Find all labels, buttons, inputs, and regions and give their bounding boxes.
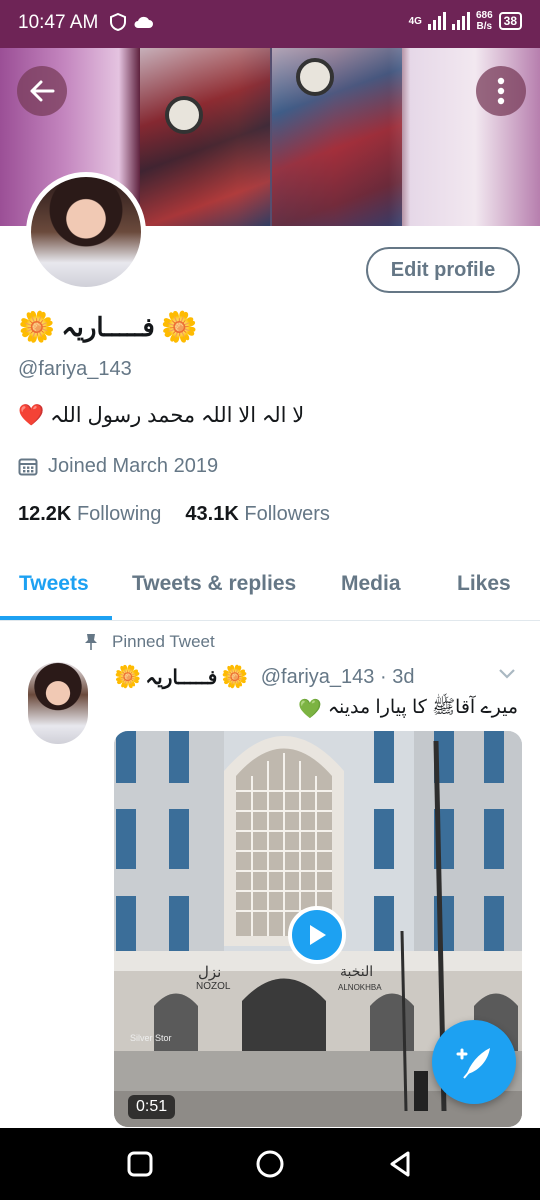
flower-icon: 🌼 bbox=[114, 664, 142, 689]
joined-date: Joined March 2019 bbox=[18, 455, 218, 478]
recents-icon[interactable] bbox=[124, 1148, 156, 1180]
tab-likes[interactable]: Likes bbox=[457, 572, 511, 596]
watch-right bbox=[296, 58, 334, 96]
edit-profile-button[interactable]: Edit profile bbox=[366, 247, 520, 293]
network-type: 4G bbox=[408, 15, 422, 27]
calendar-icon bbox=[18, 458, 38, 475]
network-speed: 686 B/s bbox=[475, 10, 493, 32]
shield-icon bbox=[110, 13, 126, 31]
followers-count: 43.1K bbox=[185, 503, 239, 525]
play-icon bbox=[310, 925, 326, 945]
arrow-left-icon bbox=[30, 80, 55, 102]
system-nav-bar bbox=[0, 1128, 540, 1200]
status-bar: 10:47 AM 4G 686 B/s 38 bbox=[0, 0, 540, 48]
following-label: Following bbox=[76, 503, 162, 525]
profile-avatar[interactable] bbox=[26, 172, 146, 292]
tab-media[interactable]: Media bbox=[341, 572, 401, 596]
tweet-avatar[interactable] bbox=[28, 662, 88, 744]
joined-text: Joined March 2019 bbox=[48, 455, 219, 477]
compose-feather-icon bbox=[456, 1048, 490, 1079]
shop-sign: Silver Stor bbox=[130, 1033, 172, 1043]
sign-left: نزل bbox=[198, 964, 222, 981]
play-button[interactable] bbox=[288, 906, 346, 964]
tab-tweets-replies[interactable]: Tweets & replies bbox=[132, 572, 296, 596]
followers-label: Followers bbox=[244, 503, 330, 525]
tweet-author-name: فـــــاریہ bbox=[145, 666, 218, 689]
more-vertical-icon bbox=[497, 77, 505, 105]
bio-text: لا الہ الا اللہ محمد رسول اللہ bbox=[50, 404, 305, 427]
followers-link[interactable]: 43.1K Followers bbox=[185, 503, 330, 526]
following-link[interactable]: 12.2K Following bbox=[18, 503, 161, 526]
profile-name: 🌼 فـــــاریہ 🌼 bbox=[18, 310, 198, 345]
tweet-text-content: میرے آقاﷺ کا پیارا مدینہ bbox=[327, 697, 518, 718]
banner-photo-left bbox=[140, 48, 270, 226]
chevron-down-icon[interactable] bbox=[498, 668, 516, 680]
back-button[interactable] bbox=[17, 66, 67, 116]
profile-bio: ❤️ لا الہ الا اللہ محمد رسول اللہ bbox=[18, 403, 304, 428]
flower-icon: 🌼 bbox=[221, 664, 249, 689]
profile-name-text: فـــــاریہ bbox=[61, 312, 155, 342]
sign-left-en: NOZOL bbox=[196, 981, 231, 992]
green-heart-icon: 💚 bbox=[298, 699, 322, 720]
tweet-text: میرے آقاﷺ کا پیارا مدینہ 💚 bbox=[298, 695, 518, 723]
watch-left bbox=[165, 96, 203, 134]
sign-right: النخبة bbox=[340, 963, 374, 979]
tweet-handle-time: @fariya_143 · 3d bbox=[260, 665, 415, 688]
signal-icon bbox=[427, 12, 446, 30]
active-tab-indicator bbox=[0, 616, 112, 620]
flower-icon: 🌼 bbox=[18, 311, 56, 344]
pinned-text: Pinned Tweet bbox=[112, 632, 215, 651]
heart-icon: ❤️ bbox=[18, 403, 45, 427]
back-nav-icon[interactable] bbox=[384, 1148, 416, 1180]
status-indicators: 4G 686 B/s 38 bbox=[409, 10, 522, 32]
follow-counts: 12.2K Following 43.1K Followers bbox=[18, 503, 330, 526]
home-icon[interactable] bbox=[254, 1148, 286, 1180]
compose-tweet-button[interactable] bbox=[432, 1020, 516, 1104]
profile-handle: @fariya_143 bbox=[18, 358, 132, 380]
following-count: 12.2K bbox=[18, 503, 72, 525]
tab-tweets[interactable]: Tweets bbox=[19, 572, 89, 596]
cloud-icon bbox=[134, 16, 153, 28]
banner-photo-right bbox=[272, 48, 402, 226]
status-time: 10:47 AM bbox=[18, 12, 99, 33]
video-duration: 0:51 bbox=[128, 1095, 176, 1119]
tweet-header: 🌼 فـــــاریہ 🌼 @fariya_143 · 3d bbox=[114, 664, 414, 690]
profile-tabs: Tweets Tweets & replies Media Likes bbox=[0, 560, 540, 621]
signal-2-icon bbox=[451, 12, 470, 30]
more-options-button[interactable] bbox=[476, 66, 526, 116]
battery-icon: 38 bbox=[498, 12, 522, 30]
pinned-label: Pinned Tweet bbox=[84, 632, 215, 652]
pin-icon bbox=[85, 634, 97, 650]
sign-right-en: ALNOKHBA bbox=[338, 983, 382, 992]
flower-icon: 🌼 bbox=[160, 311, 199, 344]
